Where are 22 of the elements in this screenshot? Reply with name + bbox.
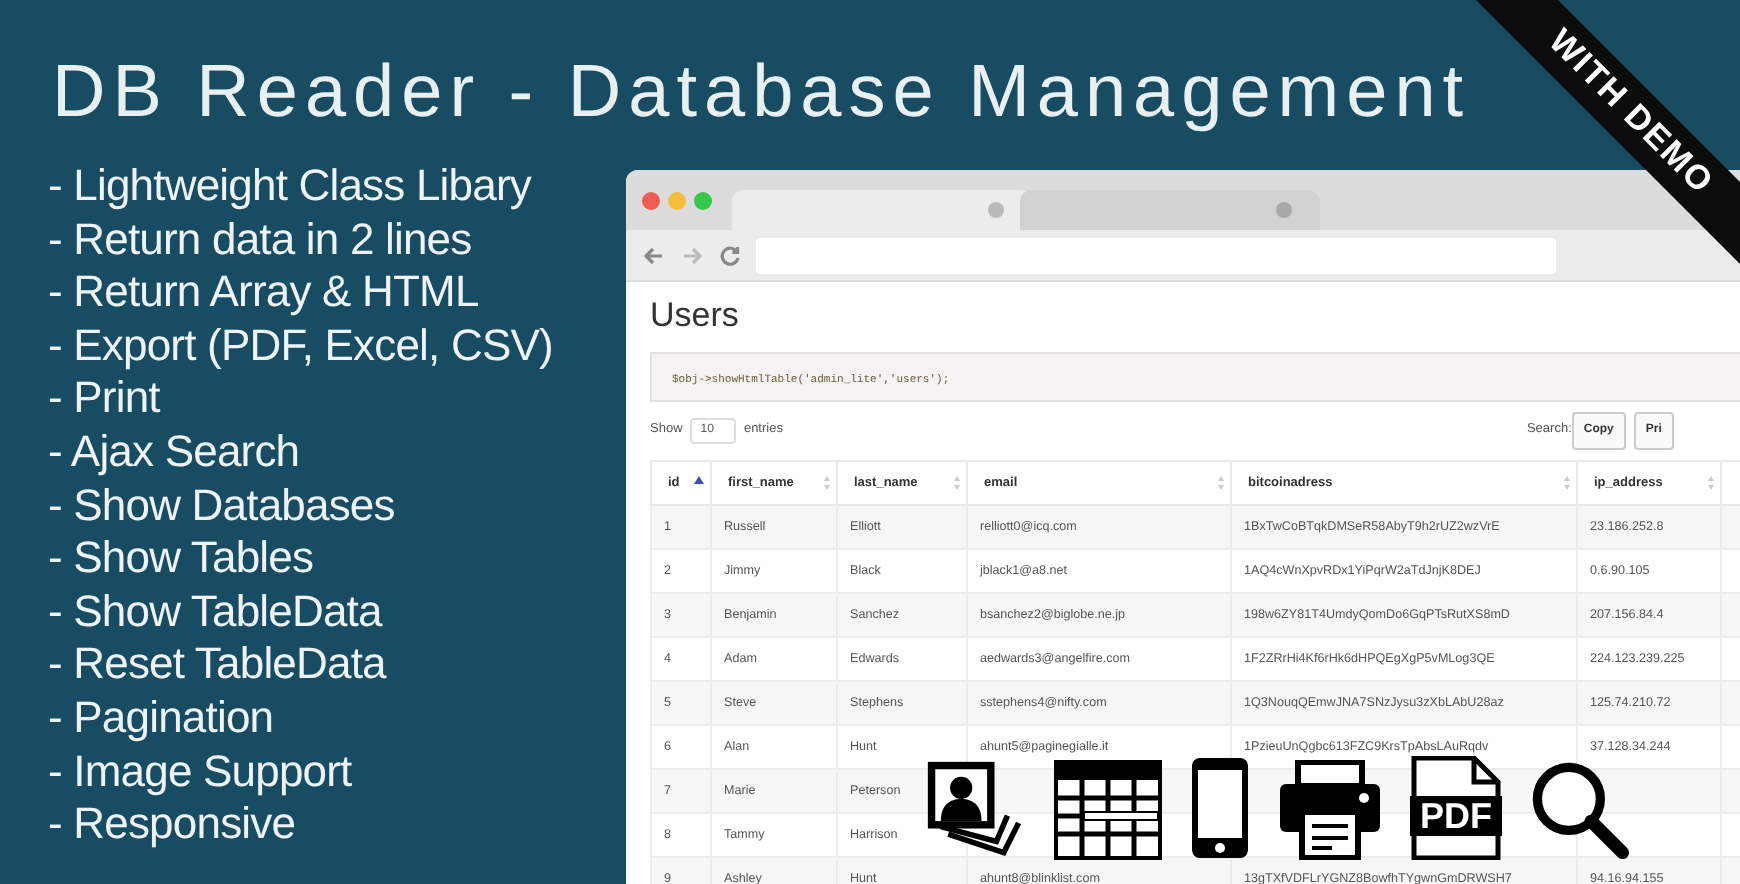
- feature-item: - Ajax Search: [48, 425, 302, 480]
- feature-item: - Reset TableData: [48, 638, 389, 692]
- feature-item: - Show Tables: [48, 532, 316, 586]
- feature-item: - Return data in 2 lines: [48, 213, 474, 267]
- feature-item: - Show TableData: [48, 585, 385, 639]
- browser-tab[interactable]: [1020, 190, 1320, 230]
- feature-item: - Responsive: [48, 798, 298, 852]
- feature-item: - Print: [48, 372, 163, 426]
- close-icon[interactable]: [1276, 202, 1292, 218]
- banner-title: DB Reader - Database Management: [52, 48, 1471, 136]
- reload-icon[interactable]: [718, 243, 742, 267]
- pdf-file-icon: PDF: [1410, 756, 1502, 860]
- feature-item: - Lightweight Class Libary: [48, 160, 534, 214]
- back-icon[interactable]: [642, 243, 666, 267]
- feature-item: - Export (PDF, Excel, CSV): [48, 319, 555, 373]
- feature-item: - Show Databases: [48, 479, 397, 533]
- forward-icon[interactable]: [680, 243, 704, 267]
- feature-item: - Image Support: [48, 745, 354, 799]
- page-heading: Users: [650, 294, 741, 338]
- feature-item: - Pagination: [48, 691, 276, 746]
- close-icon[interactable]: [988, 202, 1004, 218]
- feature-item: - Return Array & HTML: [48, 266, 481, 320]
